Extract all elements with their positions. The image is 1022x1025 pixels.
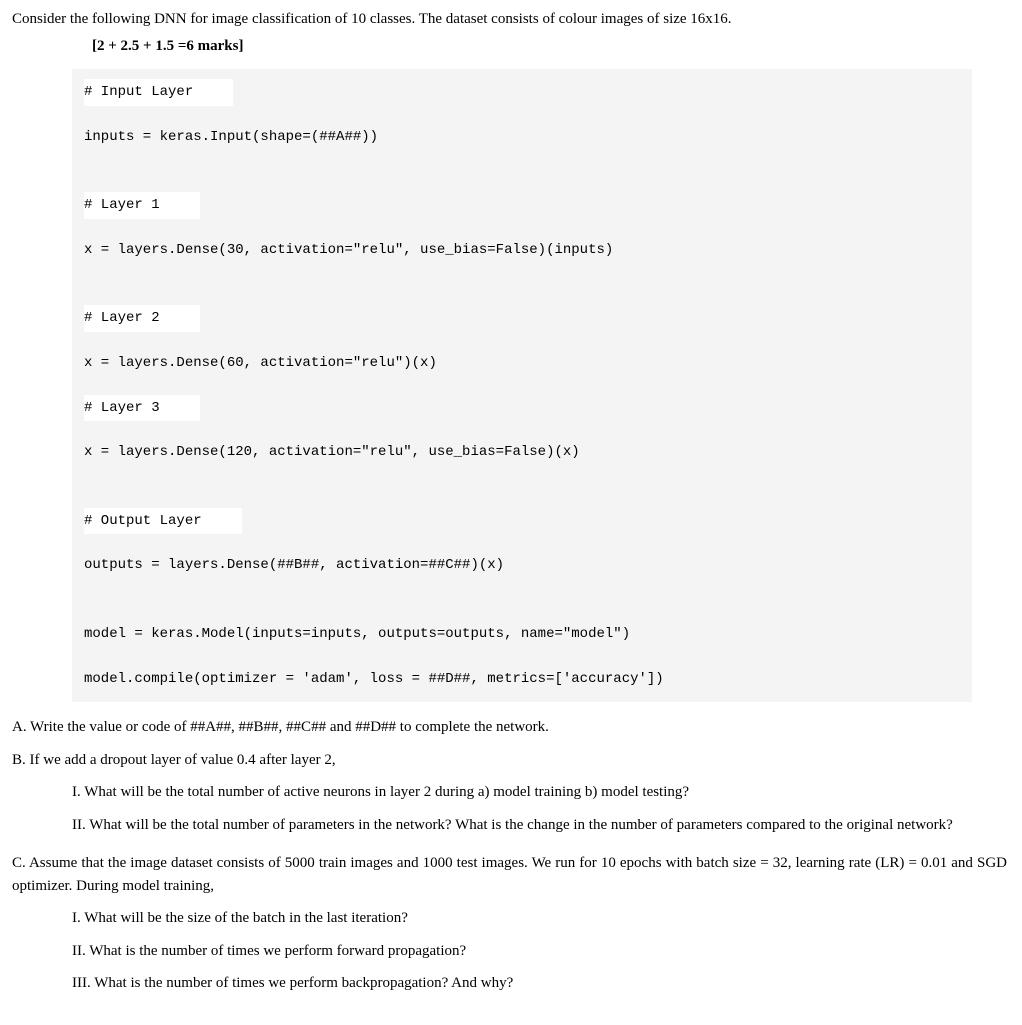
code-model: model = keras.Model(inputs=inputs, outpu… [84,621,960,648]
code-compile: model.compile(optimizer = 'adam', loss =… [84,666,960,693]
marks-line: [2 + 2.5 + 1.5 =6 marks] [12,35,1010,58]
code-block: # Input Layer inputs = keras.Input(shape… [72,69,972,702]
question-c: C. Assume that the image dataset consist… [12,852,1007,897]
code-comment-layer3: # Layer 3 [84,395,200,422]
question-c-ii: II. What is the number of times we perfo… [72,940,1010,963]
code-comment-output: # Output Layer [84,508,242,535]
question-c-i: I. What will be the size of the batch in… [72,907,1010,930]
question-b-i: I. What will be the total number of acti… [72,781,1010,804]
code-output-layer: outputs = layers.Dense(##B##, activation… [84,552,960,579]
question-intro: Consider the following DNN for image cla… [12,8,1010,31]
code-input-layer: inputs = keras.Input(shape=(##A##)) [84,124,960,151]
code-layer1: x = layers.Dense(30, activation="relu", … [84,237,960,264]
question-a: A. Write the value or code of ##A##, ##B… [12,716,1010,739]
marks-text: [2 + 2.5 + 1.5 =6 marks] [92,38,243,54]
code-comment-layer2: # Layer 2 [84,305,200,332]
question-b-ii: II. What will be the total number of par… [72,814,972,837]
code-layer2: x = layers.Dense(60, activation="relu")(… [84,350,960,377]
code-layer3: x = layers.Dense(120, activation="relu",… [84,439,960,466]
question-c-iii: III. What is the number of times we perf… [72,972,1010,995]
question-b: B. If we add a dropout layer of value 0.… [12,749,1010,772]
code-comment-input: # Input Layer [84,79,233,106]
code-comment-layer1: # Layer 1 [84,192,200,219]
